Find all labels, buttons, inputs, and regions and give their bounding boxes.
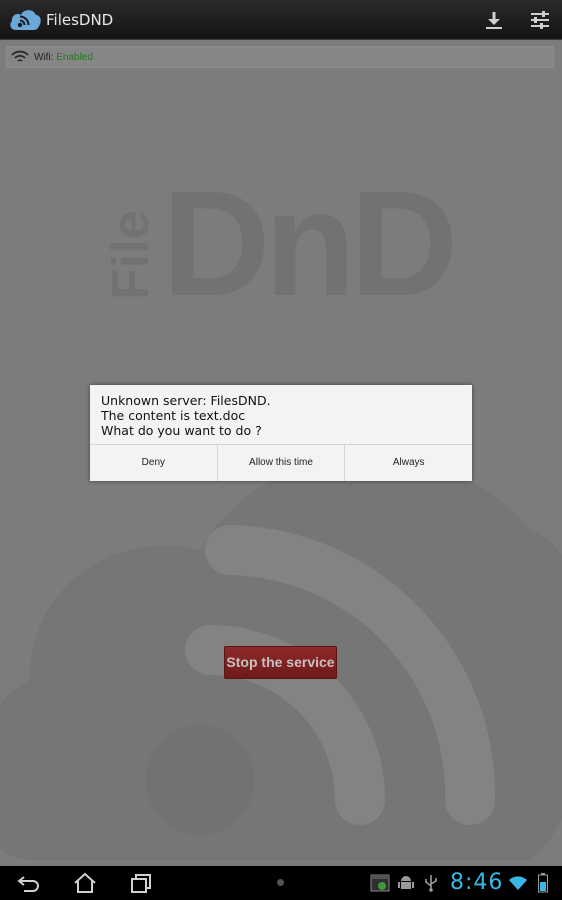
logo-vertical-text: File bbox=[102, 210, 160, 300]
wifi-status: Enabled bbox=[56, 52, 93, 63]
system-navigation-bar: 8:46 bbox=[0, 866, 562, 900]
background-logo: File DnD bbox=[102, 160, 459, 310]
wifi-signal-icon bbox=[509, 876, 527, 890]
logo-main-text: DnD bbox=[162, 160, 453, 310]
download-icon[interactable] bbox=[482, 8, 506, 32]
permission-dialog: Unknown server: FilesDND. The content is… bbox=[90, 385, 472, 481]
usb-icon bbox=[425, 875, 437, 892]
wifi-status-bar: Wifi: Enabled bbox=[6, 46, 554, 68]
dialog-line-content: The content is text.doc bbox=[101, 408, 246, 423]
app-title: FilesDND bbox=[46, 11, 114, 29]
android-debug-icon bbox=[398, 876, 414, 889]
clock: 8:46 bbox=[450, 870, 504, 895]
always-button[interactable]: Always bbox=[345, 445, 472, 481]
dialog-line-question: What do you want to do ? bbox=[101, 423, 262, 438]
app-logo-icon bbox=[10, 10, 41, 30]
action-bar: FilesDND bbox=[0, 0, 562, 40]
stop-service-button[interactable]: Stop the service bbox=[224, 646, 337, 679]
deny-button[interactable]: Deny bbox=[90, 445, 218, 481]
dialog-message: Unknown server: FilesDND. The content is… bbox=[101, 393, 271, 438]
battery-icon bbox=[538, 873, 548, 893]
recent-apps-icon[interactable] bbox=[128, 871, 154, 895]
dialog-buttons: Deny Allow this time Always bbox=[90, 444, 472, 481]
back-icon[interactable] bbox=[16, 871, 42, 895]
center-dot-indicator bbox=[277, 879, 284, 886]
screenshot-notification-icon bbox=[370, 874, 390, 892]
allow-this-time-button[interactable]: Allow this time bbox=[218, 445, 346, 481]
wifi-icon bbox=[11, 50, 29, 62]
dialog-line-server: Unknown server: FilesDND. bbox=[101, 393, 271, 408]
wifi-label-text: Wifi: Enabled bbox=[34, 52, 93, 63]
sliders-icon[interactable] bbox=[528, 8, 552, 32]
wifi-label: Wifi: bbox=[34, 52, 54, 63]
home-icon[interactable] bbox=[72, 871, 98, 895]
